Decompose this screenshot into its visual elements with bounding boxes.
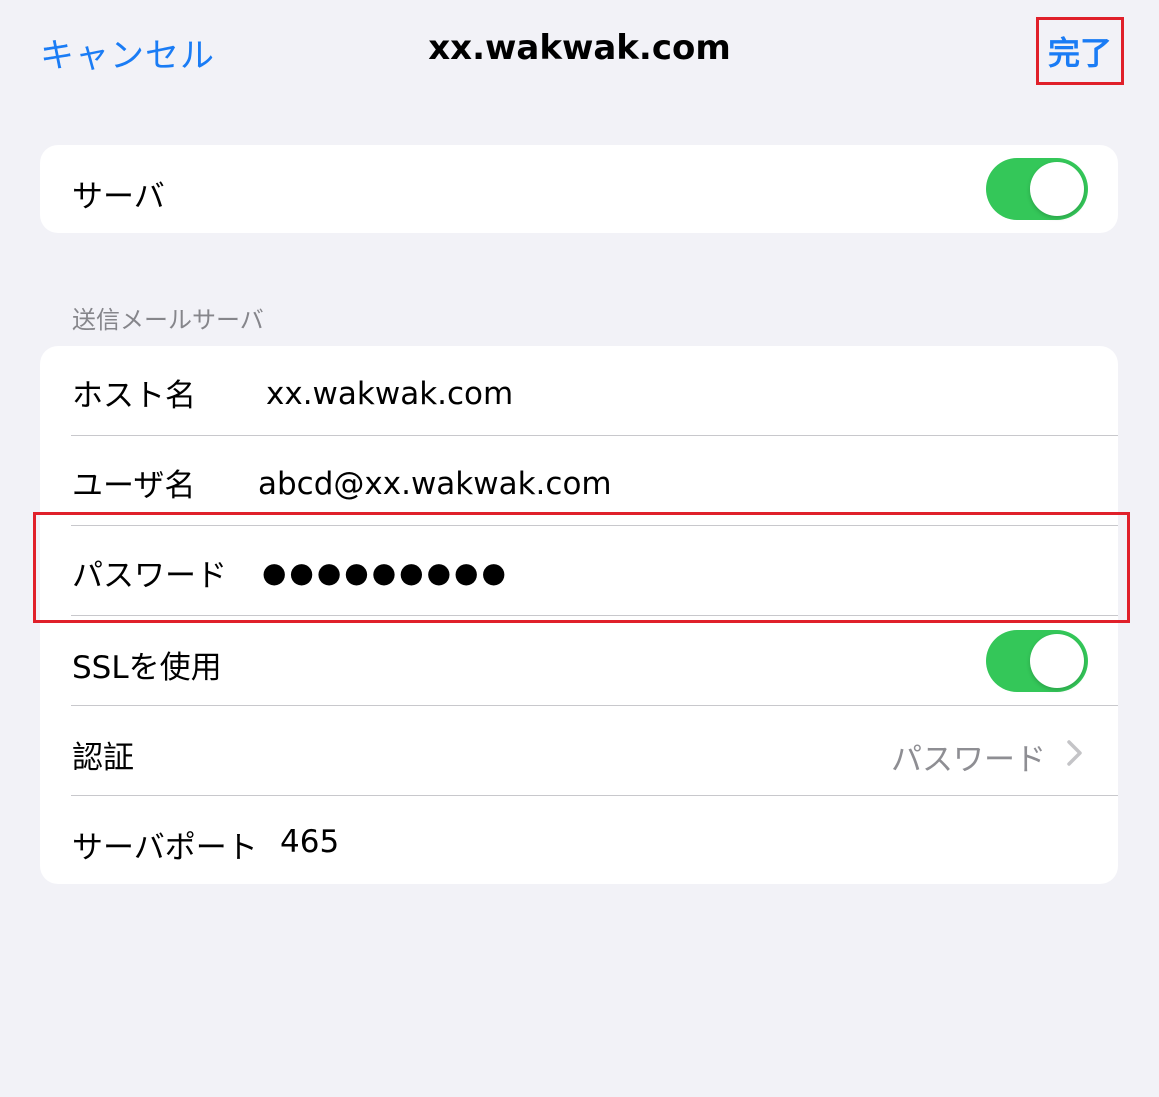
toggle-knob (1030, 162, 1084, 216)
port-field[interactable]: 465 (280, 824, 339, 860)
server-label: サーバ (72, 179, 165, 215)
auth-value: パスワード (891, 742, 1046, 778)
password-label: パスワード (72, 558, 227, 594)
ssl-row: SSLを使用 (40, 616, 1118, 706)
auth-label: 認証 (72, 740, 134, 776)
smtp-card: ホスト名 xx.wakwak.com ユーザ名 abcd@xx.wakwak.c… (40, 346, 1118, 884)
done-button-label: 完了 (1047, 34, 1112, 72)
toggle-knob (1030, 634, 1084, 688)
section-header-smtp: 送信メールサーバ (72, 306, 264, 334)
chevron-right-icon (1067, 740, 1082, 766)
hostname-row[interactable]: ホスト名 xx.wakwak.com (40, 346, 1118, 436)
port-label: サーバポート (72, 830, 258, 866)
port-row[interactable]: サーバポート 465 (40, 796, 1118, 886)
server-toggle[interactable] (986, 158, 1088, 220)
page-title: xx.wakwak.com (428, 28, 731, 68)
ssl-label: SSLを使用 (72, 650, 222, 686)
password-field[interactable]: ●●●●●●●●● (262, 556, 509, 589)
hostname-field[interactable]: xx.wakwak.com (266, 376, 513, 412)
username-field[interactable]: abcd@xx.wakwak.com (258, 466, 612, 502)
ssl-toggle[interactable] (986, 630, 1088, 692)
password-row[interactable]: パスワード ●●●●●●●●● (40, 526, 1118, 616)
username-row[interactable]: ユーザ名 abcd@xx.wakwak.com (40, 436, 1118, 526)
auth-row[interactable]: 認証 パスワード (40, 706, 1118, 796)
server-card: サーバ (40, 145, 1118, 233)
hostname-label: ホスト名 (72, 378, 196, 414)
done-button[interactable]: 完了 (1036, 17, 1124, 85)
username-label: ユーザ名 (72, 468, 196, 504)
